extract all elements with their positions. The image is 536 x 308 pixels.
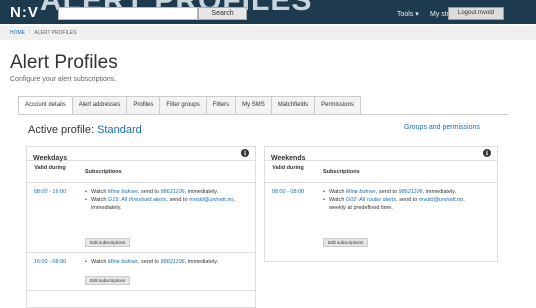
list-item: Watch G02: All router alerts, send to mv… xyxy=(323,196,483,212)
tab-filter-groups[interactable]: Filter groups xyxy=(159,96,207,114)
breadcrumb-home[interactable]: HOME xyxy=(10,30,25,36)
list-item: Watch Mine bokser, send to 98621106, imm… xyxy=(323,188,483,196)
subscription-list: Watch Mine bokser, send to 98621106, imm… xyxy=(323,188,483,212)
tabs-divider xyxy=(18,114,508,115)
breadcrumb: HOME / ALERT PROFILES xyxy=(0,26,536,40)
col-valid-during: Valid during xyxy=(272,165,304,171)
nav-logo[interactable]: N:V xyxy=(10,4,39,21)
col-subscriptions: Subscriptions xyxy=(323,169,360,175)
weekends-header: Weekends xyxy=(265,147,497,162)
filter-link[interactable]: Mine bokser xyxy=(108,189,138,195)
address-link[interactable]: 98621106 xyxy=(161,189,185,195)
col-subscriptions: Subscriptions xyxy=(85,169,122,175)
tab-my-sms[interactable]: My SMS xyxy=(235,96,272,114)
col-valid-during: Valid during xyxy=(34,165,66,171)
tab-matchfields[interactable]: Matchfields xyxy=(270,96,316,114)
weekdays-column-header: Valid during Subscriptions xyxy=(27,161,255,183)
banner-background-text-right: s xyxy=(514,18,531,24)
list-item: Watch Mine bokser, send to 98621106, imm… xyxy=(85,188,245,196)
tab-profiles[interactable]: Profiles xyxy=(126,96,161,114)
weekdays-panel: Weekdays Valid during Subscriptions 08:0… xyxy=(26,146,256,308)
logout-button[interactable]: Logout mvold xyxy=(448,7,504,20)
breadcrumb-separator: / xyxy=(29,30,31,36)
table-row: 08:00 - 16:00 Watch Mine bokser, send to… xyxy=(27,183,255,253)
edit-subscriptions-button[interactable]: Edit subscriptions xyxy=(85,276,131,285)
top-banner: ALERT PROFILES s N:V Search Tools ▾ My s… xyxy=(0,0,536,24)
time-period-link[interactable]: 08:00 - 16:00 xyxy=(33,189,67,196)
search-input[interactable] xyxy=(58,7,198,20)
list-item: Watch Mine bokser, send to 98621106, imm… xyxy=(85,258,245,266)
active-profile-name[interactable]: Standard xyxy=(97,124,142,136)
info-icon[interactable] xyxy=(483,149,491,157)
groups-and-permissions-link[interactable]: Groups and permissions xyxy=(404,124,480,131)
edit-subscriptions-button[interactable]: Edit subscriptions xyxy=(85,238,131,247)
address-link[interactable]: mvold@uninett.no xyxy=(419,197,463,203)
active-profile-heading: Active profile: Standard xyxy=(28,124,142,136)
table-row: 08:00 - 08:00 Watch Mine bokser, send to… xyxy=(265,183,497,259)
table-row: 16:00 - 08:00 Watch Mine bokser, send to… xyxy=(27,253,255,291)
tab-account-details[interactable]: Account details xyxy=(18,96,73,115)
filter-link[interactable]: Mine bokser xyxy=(108,259,138,265)
address-link[interactable]: 98621106 xyxy=(399,189,423,195)
breadcrumb-current: ALERT PROFILES xyxy=(34,30,77,36)
subscription-list: Watch Mine bokser, send to 98621106, imm… xyxy=(85,258,245,266)
chevron-down-icon: ▾ xyxy=(415,11,419,18)
page-subtitle: Configure your alert subscriptions. xyxy=(10,76,117,83)
subscription-list: Watch Mine bokser, send to 98621106, imm… xyxy=(85,188,245,212)
tab-filters[interactable]: Filters xyxy=(205,96,237,114)
edit-subscriptions-button[interactable]: Edit subscriptions xyxy=(323,238,369,247)
address-link[interactable]: 98621106 xyxy=(161,259,185,265)
active-profile-label: Active profile: xyxy=(28,124,95,136)
page-title: Alert Profiles xyxy=(10,52,118,73)
weekends-panel: Weekends Valid during Subscriptions 08:0… xyxy=(264,146,498,262)
filter-link[interactable]: G15: All threshold alerts xyxy=(108,197,167,203)
time-period-link[interactable]: 16:00 - 08:00 xyxy=(33,259,67,266)
weekends-column-header: Valid during Subscriptions xyxy=(265,161,497,183)
tools-menu[interactable]: Tools ▾ xyxy=(397,10,419,18)
tab-permissions[interactable]: Permissions xyxy=(314,96,361,114)
address-link[interactable]: mvold@uninett.no xyxy=(189,197,233,203)
weekdays-header: Weekdays xyxy=(27,147,255,162)
info-icon[interactable] xyxy=(241,149,249,157)
list-item: Watch G15: All threshold alerts, send to… xyxy=(85,196,245,212)
search-button[interactable]: Search xyxy=(198,7,247,20)
tools-label: Tools xyxy=(397,11,414,18)
time-period-link[interactable]: 08:00 - 08:00 xyxy=(271,189,305,196)
filter-link[interactable]: G02: All router alerts xyxy=(346,197,396,203)
tab-bar: Account details Alert addresses Profiles… xyxy=(18,96,361,115)
filter-link[interactable]: Mine bokser xyxy=(346,189,376,195)
tab-alert-addresses[interactable]: Alert addresses xyxy=(71,96,128,114)
